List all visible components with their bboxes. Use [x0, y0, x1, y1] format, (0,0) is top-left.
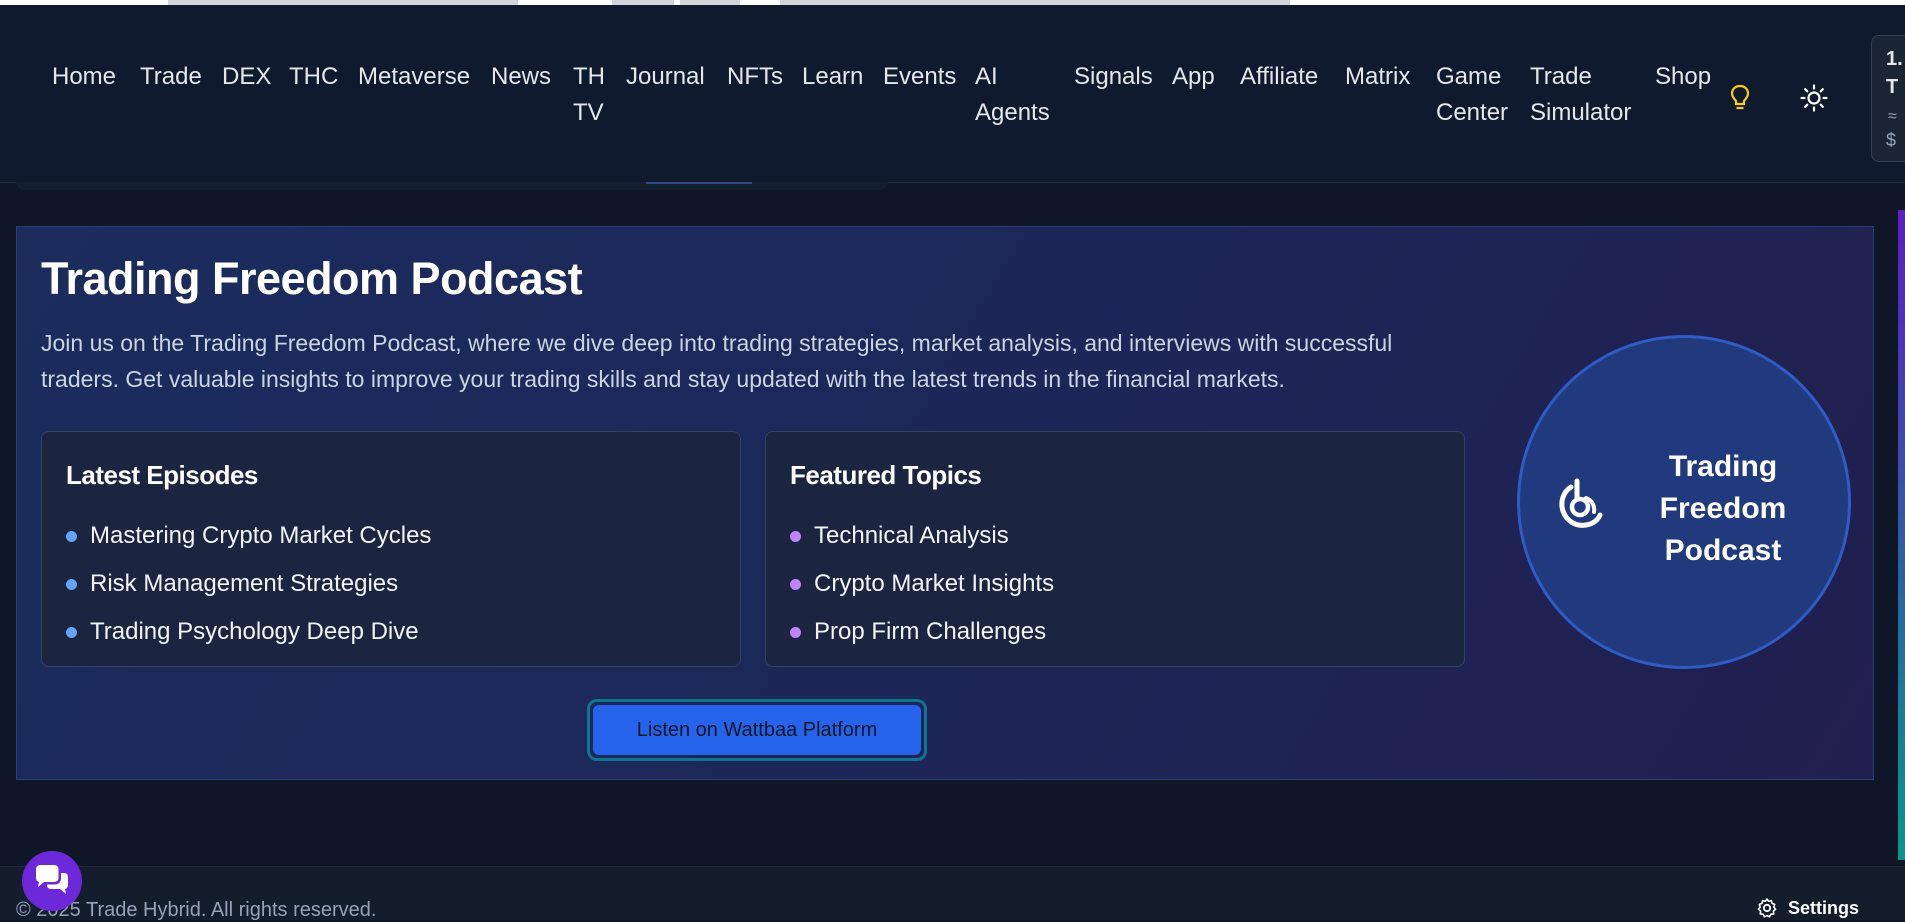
podcast-hero: Trading Freedom Podcast Join us on the T… [16, 226, 1874, 780]
topic-title: Crypto Market Insights [814, 570, 1055, 597]
nav-item-learn[interactable]: Learn [802, 59, 863, 95]
list-item[interactable]: Trading Psychology Deep Dive [66, 608, 431, 656]
list-item[interactable]: Crypto Market Insights [790, 560, 1054, 608]
listen-on-platform-button[interactable]: Listen on Wattbaa Platform [593, 705, 921, 755]
bullet-icon [790, 579, 801, 590]
ticker-line: T [1886, 76, 1899, 98]
panel-title: Featured Topics [790, 460, 982, 490]
nav-item-game-center[interactable]: Game Center [1436, 59, 1508, 131]
sun-icon[interactable] [1800, 84, 1828, 112]
nav-item-trade[interactable]: Trade [140, 59, 202, 95]
nav-item-matrix[interactable]: Matrix [1345, 59, 1410, 95]
bullet-icon [66, 627, 77, 638]
hero-description: Join us on the Trading Freedom Podcast, … [41, 330, 1393, 392]
podcast-badge-label: Trading Freedom Podcast [1638, 446, 1808, 572]
nav-item-trade-simulator[interactable]: Trade Simulator [1530, 59, 1631, 131]
list-item[interactable]: Mastering Crypto Market Cycles [66, 512, 431, 560]
sub-nav-strip [16, 182, 888, 190]
featured-topics-panel: Featured Topics Technical Analysis Crypt… [765, 431, 1465, 667]
panel-title: Latest Episodes [66, 460, 258, 490]
podcast-badge: Trading Freedom Podcast [1517, 335, 1851, 669]
topic-title: Technical Analysis [814, 522, 1009, 549]
episode-title: Mastering Crypto Market Cycles [90, 522, 432, 549]
ticker-line: ≈ [1888, 108, 1897, 125]
nav-item-metaverse[interactable]: Metaverse [358, 59, 470, 95]
badge-line: Trading [1668, 450, 1778, 483]
list-item[interactable]: Technical Analysis [790, 512, 1054, 560]
nav-item-events[interactable]: Events [883, 59, 956, 95]
ticker-line: $ [1886, 130, 1897, 150]
listen-button-focus-ring: Listen on Wattbaa Platform [587, 699, 927, 761]
episode-title: Risk Management Strategies [90, 570, 399, 597]
nav-item-th-tv[interactable]: TH TV [573, 59, 605, 131]
nav-item-dex[interactable]: DEX [222, 59, 271, 95]
list-item[interactable]: Risk Management Strategies [66, 560, 431, 608]
list-item[interactable]: Prop Firm Challenges [790, 608, 1054, 656]
nav-item-app[interactable]: App [1172, 59, 1215, 95]
bullet-icon [66, 531, 77, 542]
ticker-line: 1. [1886, 48, 1903, 70]
page-footer: © 2025 Trade Hybrid. All rights reserved… [0, 866, 1905, 921]
lightbulb-icon[interactable] [1728, 83, 1752, 113]
nav-item-thc[interactable]: THC [289, 59, 338, 95]
nav-item-shop[interactable]: Shop [1655, 59, 1711, 95]
badge-line: Freedom [1659, 492, 1787, 525]
topic-title: Prop Firm Challenges [814, 618, 1047, 645]
nav-item-signals[interactable]: Signals [1074, 59, 1153, 95]
latest-episodes-panel: Latest Episodes Mastering Crypto Market … [41, 431, 741, 667]
bullet-icon [66, 579, 77, 590]
nav-item-journal[interactable]: Journal [626, 59, 705, 95]
bullet-icon [790, 531, 801, 542]
price-ticker-card[interactable]: 1. T ≈ $ [1871, 35, 1905, 162]
chat-icon [36, 865, 68, 894]
settings-label: Settings [1788, 897, 1860, 918]
chat-button[interactable] [22, 851, 82, 911]
bullet-icon [790, 627, 801, 638]
nav-item-affiliate[interactable]: Affiliate [1240, 59, 1318, 95]
gear-icon [1757, 898, 1777, 918]
main-navigation: Home Trade DEX THC Metaverse News TH TV … [0, 5, 1905, 183]
page-scrollbar[interactable] [1898, 210, 1905, 860]
nav-item-news[interactable]: News [491, 59, 551, 95]
nav-item-home[interactable]: Home [52, 59, 116, 95]
sub-nav-highlight [646, 182, 752, 184]
nav-item-ai-agents[interactable]: AI Agents [975, 59, 1050, 131]
settings-button[interactable]: Settings [1756, 897, 1859, 919]
podcast-icon [1559, 478, 1603, 528]
nav-item-nfts[interactable]: NFTs [727, 59, 783, 95]
page-title: Trading Freedom Podcast [41, 253, 583, 304]
episode-title: Trading Psychology Deep Dive [90, 618, 419, 645]
badge-line: Podcast [1664, 534, 1782, 567]
